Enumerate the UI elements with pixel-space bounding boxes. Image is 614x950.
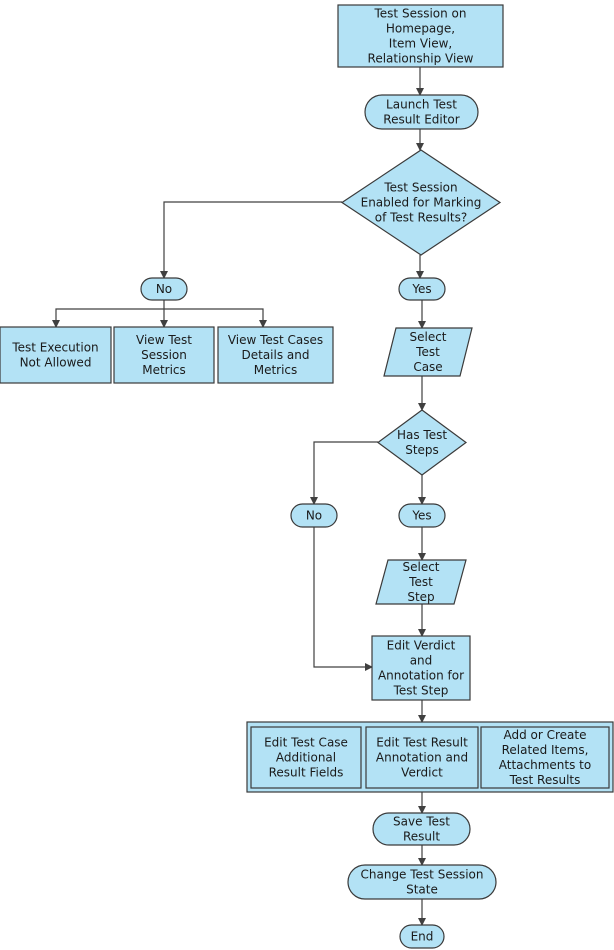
- node-label: Test: [415, 345, 440, 359]
- node-label: Test Results: [509, 773, 581, 787]
- node-label: Attachments to: [499, 758, 591, 772]
- edge-decision2-to-no2: [310, 441, 378, 505]
- node-label: Test Step: [393, 684, 449, 698]
- node-label: Steps: [405, 443, 439, 457]
- flowchart: Test Session onHomepage,Item View,Relati…: [0, 4, 614, 949]
- node-label: Select: [402, 560, 439, 574]
- node-yes2: Yes: [398, 503, 446, 528]
- node-label: Select: [409, 330, 446, 344]
- node-label: Test Execution: [11, 341, 98, 355]
- node-label: Edit Verdict: [387, 639, 456, 653]
- node-label: Item View,: [389, 37, 452, 51]
- node-case-metrics: View Test CasesDetails andMetrics: [217, 326, 334, 384]
- node-edit-result: Edit Test ResultAnnotation andVerdict: [365, 726, 479, 789]
- node-label: Details and: [242, 348, 310, 362]
- node-label: No: [306, 509, 322, 523]
- node-label: Add or Create: [503, 728, 586, 742]
- node-label: Edit Test Case: [264, 736, 348, 750]
- node-label: View Test: [136, 333, 192, 347]
- node-label: Change Test Session: [361, 868, 484, 882]
- node-yes1: Yes: [398, 277, 446, 301]
- node-label: Not Allowed: [20, 356, 92, 370]
- node-label: Save Test: [393, 815, 450, 829]
- node-change-state: Change Test SessionState: [347, 864, 497, 900]
- node-decision1: Test SessionEnabled for Markingof Test R…: [340, 149, 502, 256]
- node-label: Case: [413, 360, 442, 374]
- node-label: Additional: [276, 751, 336, 765]
- node-select-case: SelectTestCase: [383, 327, 473, 377]
- node-label: Metrics: [254, 363, 298, 377]
- node-label: Session: [141, 348, 187, 362]
- edge-decision1-to-no1: [160, 201, 342, 279]
- node-label: Annotation for: [378, 669, 464, 683]
- node-label: View Test Cases: [228, 333, 323, 347]
- node-label: Enabled for Marking: [361, 196, 482, 210]
- node-label: Result Editor: [383, 113, 459, 127]
- node-launch: Launch TestResult Editor: [364, 94, 479, 130]
- node-label: Annotation and: [376, 751, 468, 765]
- node-add-related: Add or CreateRelated Items,Attachments t…: [480, 726, 610, 789]
- node-label: Result: [403, 830, 440, 844]
- node-label: Verdict: [401, 766, 443, 780]
- node-label: Yes: [411, 509, 431, 523]
- node-no1: No: [140, 277, 188, 301]
- edge-no2-to-edit_verdict: [313, 527, 373, 671]
- node-label: Launch Test: [386, 98, 457, 112]
- node-start: Test Session onHomepage,Item View,Relati…: [337, 4, 504, 68]
- node-not-allowed: Test ExecutionNot Allowed: [0, 326, 112, 384]
- node-label: Test: [408, 575, 433, 589]
- node-label: No: [156, 282, 172, 296]
- node-edit-fields: Edit Test CaseAdditionalResult Fields: [250, 726, 362, 789]
- edge-no1-to-session_metrics: [52, 308, 164, 328]
- node-label: Yes: [411, 282, 431, 296]
- edge-no1-to-case_metrics: [164, 308, 267, 328]
- node-no2: No: [290, 503, 338, 528]
- node-label: Edit Test Result: [376, 736, 468, 750]
- node-label: Test Session on: [374, 7, 467, 21]
- node-end: End: [399, 924, 445, 949]
- node-save: Save TestResult: [372, 812, 471, 846]
- node-label: Homepage,: [386, 22, 455, 36]
- node-label: Step: [407, 590, 434, 604]
- node-edit-verdict: Edit VerdictandAnnotation forTest Step: [371, 635, 471, 701]
- node-select-step: SelectTestStep: [375, 559, 467, 605]
- node-decision2: Has TestSteps: [376, 409, 468, 476]
- node-label: Result Fields: [269, 766, 344, 780]
- node-label: End: [411, 930, 434, 944]
- node-label: Test Session: [383, 181, 457, 195]
- node-label: of Test Results?: [375, 211, 468, 225]
- node-label: Metrics: [142, 363, 186, 377]
- node-session-metrics: View TestSessionMetrics: [113, 326, 215, 384]
- node-label: Has Test: [397, 428, 447, 442]
- node-label: and: [410, 654, 433, 668]
- node-label: Related Items,: [502, 743, 589, 757]
- node-label: Relationship View: [368, 52, 474, 66]
- node-label: State: [406, 883, 438, 897]
